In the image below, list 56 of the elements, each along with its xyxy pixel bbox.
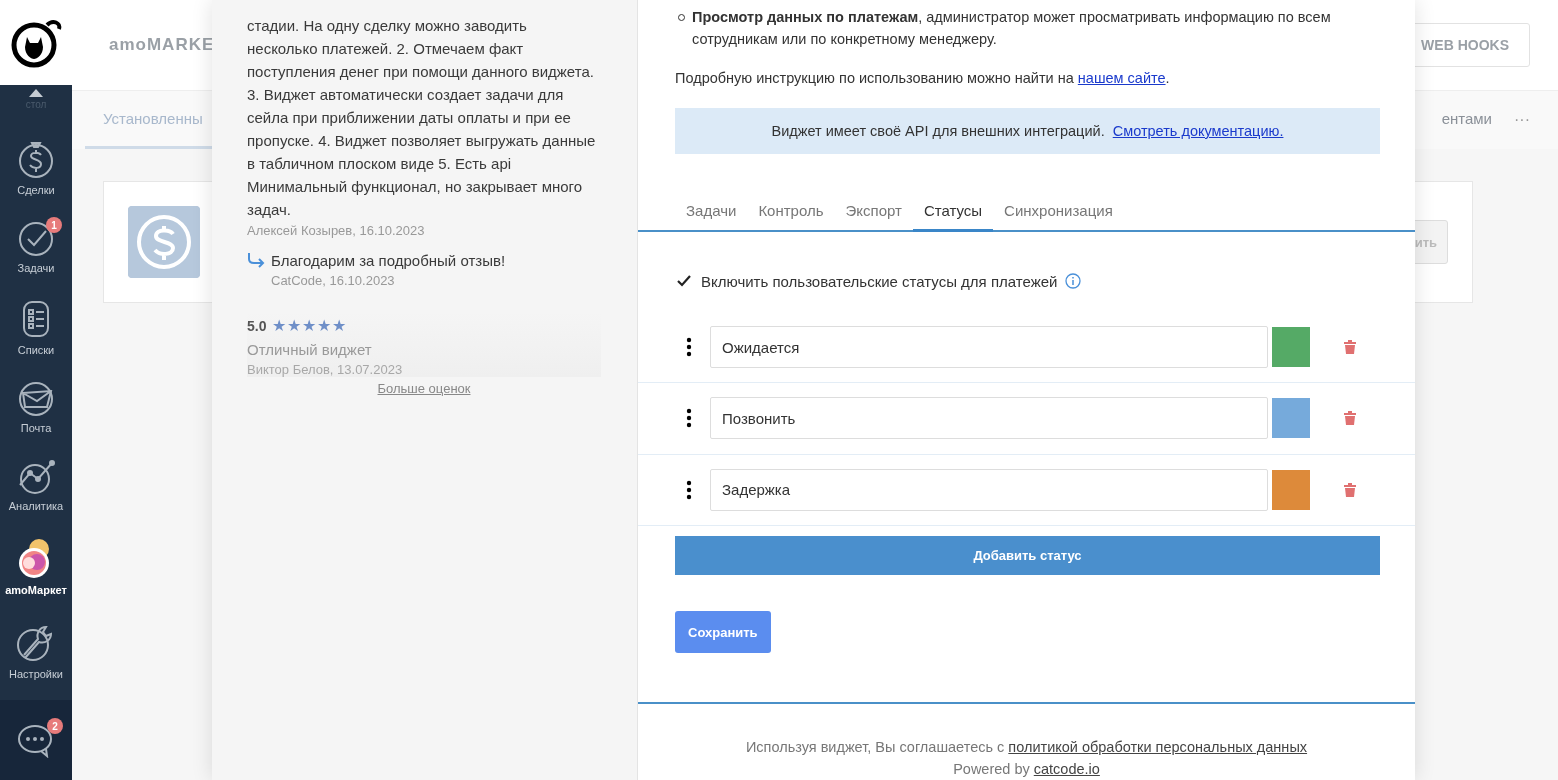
instruction-text: Подробную инструкцию по использованию можно найти на нашем сайте. [675,70,1171,86]
privacy-policy-link[interactable]: политикой обработки персональных данных [1008,738,1308,755]
review-text: стадии. На одну сделку можно заводить несколько платежей. 2. Отмечаем факт поступления денег при помощи данного виджета. 3. Виджет автоматически создает задачи для сейла при приближении даты оплаты и при ее пропуске. 4. Виджет позволяет выгружать данные в табличном плоском виде 5. Есть api Минимальный функционал, но закрывает много задач. [247,16,597,220]
status-name-field[interactable]: Ожидается [710,326,1268,369]
nav-item[interactable]: Списки [0,285,72,367]
status-name-field[interactable]: Позвонить [710,397,1268,440]
drag-handle-icon[interactable] [686,408,692,429]
color-swatch[interactable] [1272,469,1310,510]
tab[interactable]: Контроль [747,194,835,232]
status-name-field[interactable]: Задержка [710,468,1268,511]
dollar-coin-icon [128,206,200,278]
star-icon: ★ [317,316,332,335]
color-swatch[interactable] [1272,327,1310,368]
chart-line-icon [16,459,56,495]
star-icon: ★ [272,316,287,335]
tab[interactable]: Статусы [912,194,994,232]
collapse-arrow-icon[interactable] [29,89,43,97]
review-author: Виктор Белов, 13.07.2023 [247,362,404,377]
page-title: amoMARKE [109,35,215,55]
api-info-banner: Виджет имеет своё API для внешних интеграций. Смотреть документацию. [675,108,1380,154]
drag-handle-icon[interactable] [686,337,692,358]
star-icon: ★ [302,316,317,335]
catcode-link[interactable]: catcode.io [1033,760,1100,777]
reply-text: Благодарим за подробный отзыв! [271,252,506,269]
review-title: Отличный виджет [247,341,373,358]
nav-item[interactable]: 1 Задачи [0,207,72,285]
docs-link[interactable]: Смотреть документацию. [1112,123,1284,139]
nav-item[interactable]: Настройки [0,607,72,691]
nav-item[interactable]: amoМаркет [0,523,72,607]
nav-item[interactable]: Почта [0,367,72,445]
nav-item[interactable]: Сделки [0,123,72,207]
checkbox-label: Включить пользовательские статусы для платежей [701,272,1058,290]
nav-item[interactable]: Аналитика [0,445,72,523]
rating-score: 5.0 [247,317,267,334]
trash-icon[interactable] [1344,482,1356,497]
powered-by-text: Powered by catcode.io [952,759,1101,779]
feature-bullet: Просмотр данных по платежам, администратор может просматривать информацию по всем сотрудникам или по конкретному менеджеру. [675,6,1380,50]
trash-icon[interactable] [1344,411,1356,426]
star-icon: ★ [287,316,302,335]
checkmark-circle-icon [18,221,54,257]
notification-badge: 2 [47,718,63,734]
info-icon[interactable] [1065,273,1082,289]
consent-text: Используя виджет, Вы соглашаетесь с политикой обработки персональных данных [744,737,1309,757]
drag-handle-icon[interactable] [686,479,692,500]
tab[interactable]: Задачи [675,194,748,232]
tab[interactable]: Синхронизация [993,194,1124,232]
envelope-icon [17,381,55,417]
star-icon: ★ [332,316,347,335]
color-swatch[interactable] [1272,398,1310,439]
site-link[interactable]: нашем сайте [1077,70,1166,86]
review-author: Алексей Козырев, 16.10.2023 [247,223,426,238]
reply-author: CatCode, 16.10.2023 [271,273,396,288]
tab[interactable]: Экспорт [834,194,913,232]
notification-badge: 1 [46,217,62,233]
reply-arrow-icon [247,252,265,268]
trash-icon[interactable] [1344,340,1356,355]
